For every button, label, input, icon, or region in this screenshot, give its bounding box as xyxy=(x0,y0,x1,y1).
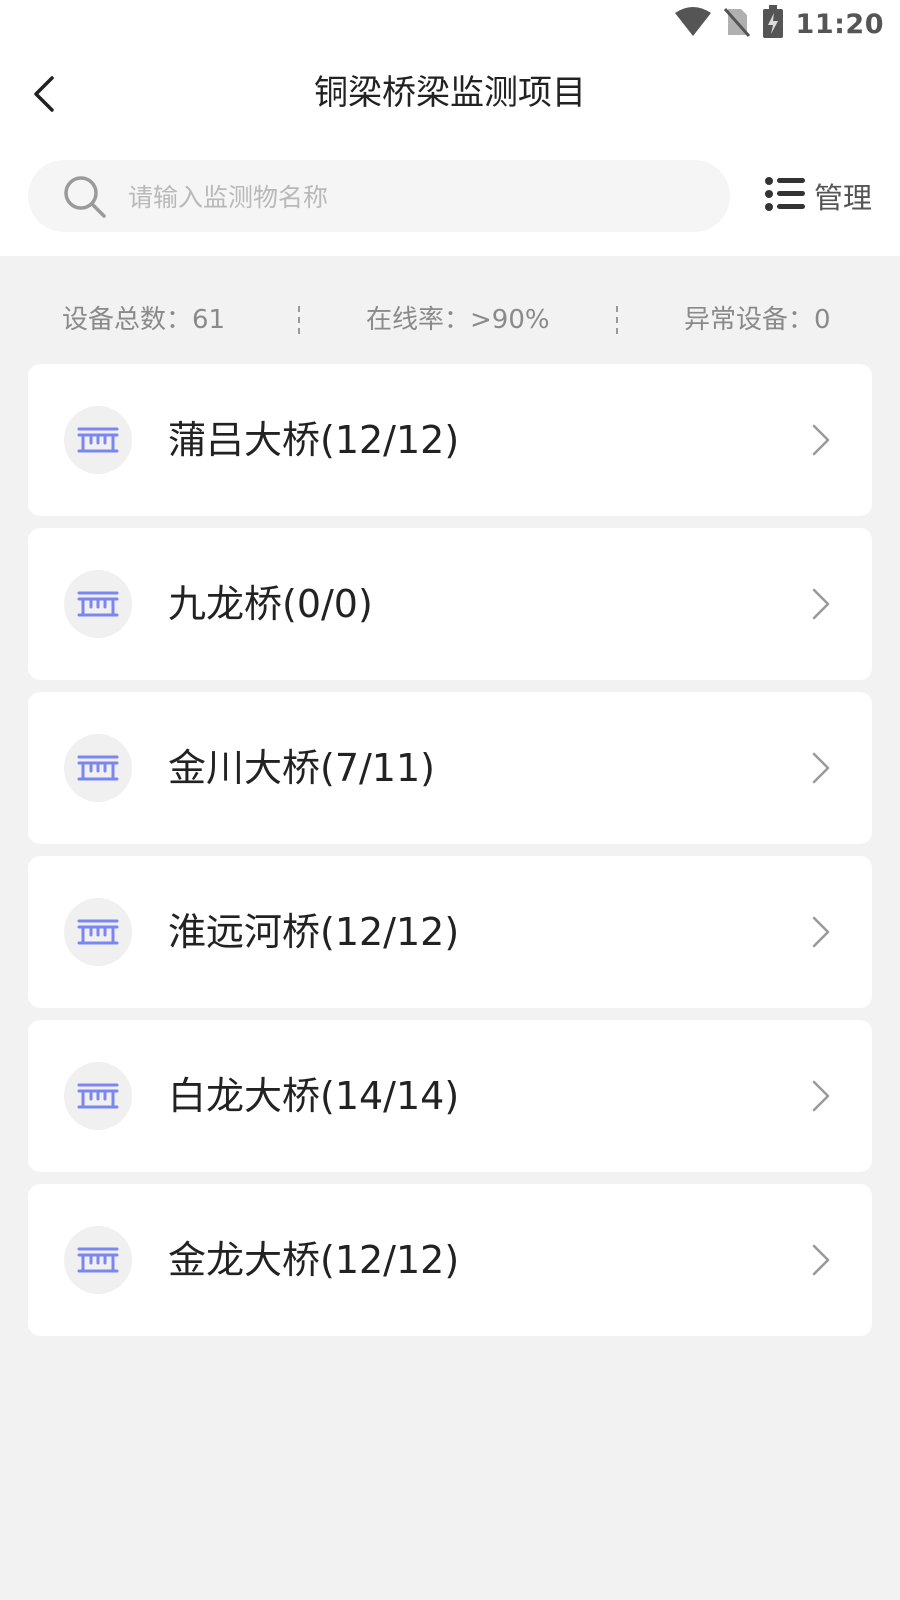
bridge-name: 金川大桥(7/11) xyxy=(168,746,435,790)
chevron-left-icon xyxy=(24,76,72,122)
bridge-name: 金龙大桥(12/12) xyxy=(168,1238,460,1282)
nav-bar: 铜梁桥梁监测项目 xyxy=(0,58,900,128)
stat-divider xyxy=(616,306,618,334)
bridge-card[interactable]: 蒲吕大桥(12/12) xyxy=(28,364,872,516)
search-icon xyxy=(62,174,108,220)
chevron-right-icon xyxy=(802,750,838,786)
bridge-card[interactable]: 金川大桥(7/11) xyxy=(28,692,872,844)
back-button[interactable] xyxy=(24,70,72,118)
bridge-list: 蒲吕大桥(12/12) 九龙桥(0/0) 金川大桥(7/11) 淮远河桥(12/… xyxy=(28,364,872,1348)
stats-bar: 设备总数：61 在线率：>90% 异常设备：0 xyxy=(0,290,900,350)
bridge-icon xyxy=(64,406,132,474)
page-title: 铜梁桥梁监测项目 xyxy=(314,73,586,113)
bridge-icon xyxy=(64,570,132,638)
chevron-right-icon xyxy=(802,586,838,622)
chevron-right-icon xyxy=(802,1242,838,1278)
abnormal-device-stat: 异常设备：0 xyxy=(684,305,831,335)
search-input[interactable] xyxy=(126,160,710,234)
bridge-card[interactable]: 九龙桥(0/0) xyxy=(28,528,872,680)
bridge-name: 白龙大桥(14/14) xyxy=(168,1074,460,1118)
bridge-name: 蒲吕大桥(12/12) xyxy=(168,418,460,462)
online-rate-stat: 在线率：>90% xyxy=(366,305,550,335)
battery-charging-icon xyxy=(762,5,784,43)
status-icons: 11:20 xyxy=(674,4,884,44)
manage-button[interactable]: 管理 xyxy=(764,170,872,222)
bridge-icon xyxy=(64,898,132,966)
search-box xyxy=(28,160,730,234)
chevron-right-icon xyxy=(802,914,838,950)
header-panel: 11:20 铜梁桥梁监测项目 管理 xyxy=(0,0,900,256)
stat-divider xyxy=(298,306,300,334)
bridge-icon xyxy=(64,734,132,802)
bridge-card[interactable]: 白龙大桥(14/14) xyxy=(28,1020,872,1172)
status-bar: 11:20 xyxy=(0,0,900,48)
bridge-name: 九龙桥(0/0) xyxy=(168,582,373,626)
no-sim-icon xyxy=(723,7,750,41)
status-time: 11:20 xyxy=(795,8,884,40)
bridge-card[interactable]: 金龙大桥(12/12) xyxy=(28,1184,872,1336)
bridge-icon xyxy=(64,1062,132,1130)
wifi-icon xyxy=(674,7,712,41)
manage-label: 管理 xyxy=(814,181,873,215)
chevron-right-icon xyxy=(802,422,838,458)
bridge-icon xyxy=(64,1226,132,1294)
bridge-card[interactable]: 淮远河桥(12/12) xyxy=(28,856,872,1008)
device-total-stat: 设备总数：61 xyxy=(62,305,226,335)
list-icon xyxy=(764,176,806,216)
bridge-name: 淮远河桥(12/12) xyxy=(168,910,460,954)
chevron-right-icon xyxy=(802,1078,838,1114)
